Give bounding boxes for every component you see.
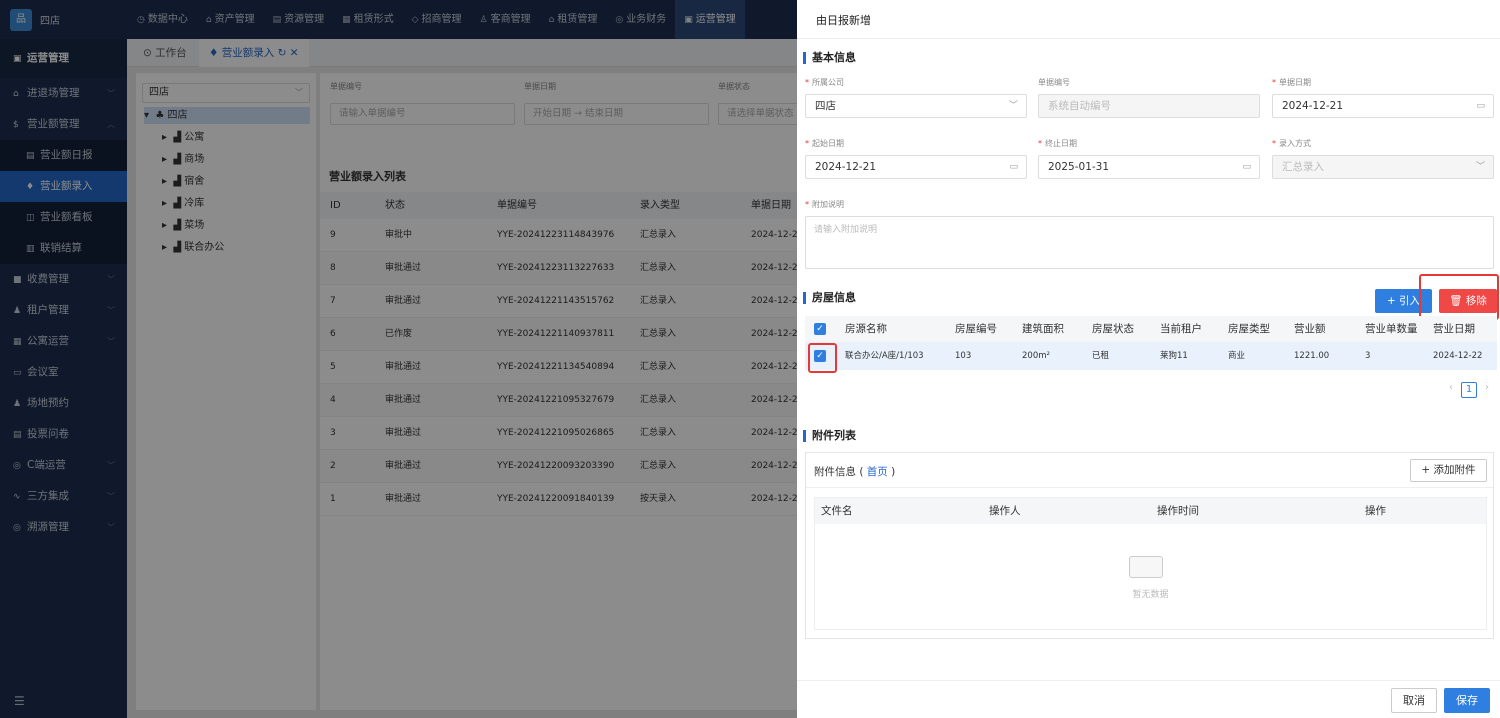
docno-input[interactable]: 系统自动编号 [1038, 94, 1260, 118]
chevron-down-icon: ﹀ [1008, 101, 1018, 111]
col-order-count: 营业单数量 [1365, 323, 1418, 335]
attachment-table-header: 文件名 操作人 操作时间 操作 [815, 498, 1486, 524]
cell-biz-date: 2024-12-22 [1433, 351, 1483, 361]
end-date-label-text: 终止日期 [1045, 139, 1077, 148]
start-date-value: 2024-12-21 [815, 161, 877, 173]
pager-prev-icon[interactable]: ‹ [1449, 382, 1453, 393]
col-house-status: 房屋状态 [1092, 323, 1134, 335]
attachment-box: 附件信息 ( 首页 ) + 添加附件 文件名 操作人 操作时间 操作 暂无数据 [805, 452, 1494, 639]
house-table-header: ✓ 房源名称 房屋编号 建筑面积 房屋状态 当前租户 房屋类型 营业额 营业单数… [805, 316, 1497, 342]
empty-text: 暂无数据 [1132, 590, 1169, 600]
chevron-down-icon: ﹀ [1475, 162, 1485, 172]
date-label-text: 单据日期 [1279, 78, 1311, 87]
drawer-title: 由日报新增 [816, 14, 871, 27]
date-picker[interactable]: 2024-12-21 ▭ [1272, 94, 1494, 118]
divider [797, 38, 1500, 39]
cell-house-no: 103 [955, 351, 972, 361]
calendar-icon: ▭ [1009, 162, 1018, 172]
company-label: * 所属公司 [805, 78, 844, 87]
note-label-text: 附加说明 [812, 200, 844, 209]
pager-next-icon[interactable]: › [1485, 382, 1489, 393]
divider [797, 680, 1500, 681]
select-all-checkbox[interactable]: ✓ [814, 323, 826, 335]
save-button[interactable]: 保存 [1444, 688, 1490, 713]
section-basic-info: 基本信息 [803, 52, 856, 64]
drawer: 由日报新增 基本信息 * 所属公司 四店 ﹀ 单据编号 系统自动编号 * 单据日期 2… [797, 0, 1500, 718]
attachment-header: 附件信息 ( 首页 ) + 添加附件 [806, 453, 1493, 488]
cell-house-name: 联合办公/A座/1/103 [845, 351, 924, 361]
col-filename: 文件名 [821, 505, 853, 517]
cell-order-count: 3 [1365, 351, 1371, 361]
cell-house-status: 已租 [1092, 351, 1110, 361]
calendar-icon: ▭ [1242, 162, 1251, 172]
modal-mask[interactable] [0, 0, 797, 718]
mode-label: * 录入方式 [1272, 139, 1311, 148]
company-select[interactable]: 四店 ﹀ [805, 94, 1027, 118]
note-textarea[interactable]: 请输入附加说明 [805, 216, 1494, 269]
cell-area: 200m² [1022, 351, 1050, 361]
highlight-row-checkbox [808, 343, 837, 373]
col-area: 建筑面积 [1022, 323, 1064, 335]
attachment-info: 附件信息 ( 首页 ) [814, 466, 896, 478]
highlight-remove [1419, 274, 1499, 320]
mode-select[interactable]: 汇总录入 ﹀ [1272, 155, 1494, 179]
mode-value: 汇总录入 [1282, 161, 1324, 173]
pager-page[interactable]: 1 [1461, 382, 1477, 398]
calendar-icon: ▭ [1476, 101, 1485, 111]
add-attachment-button[interactable]: + 添加附件 [1410, 459, 1487, 482]
empty-box-icon [1129, 556, 1163, 578]
col-tenant: 当前租户 [1160, 323, 1202, 335]
col-operator: 操作人 [989, 505, 1021, 517]
end-date-label: * 终止日期 [1038, 139, 1077, 148]
start-date-picker[interactable]: 2024-12-21 ▭ [805, 155, 1027, 179]
cell-house-type: 商业 [1228, 351, 1246, 361]
col-op-time: 操作时间 [1157, 505, 1199, 517]
col-house-no: 房屋编号 [955, 323, 997, 335]
cell-turnover: 1221.00 [1294, 351, 1330, 361]
note-label: * 附加说明 [805, 200, 844, 209]
section-attachments: 附件列表 [803, 430, 856, 442]
mode-label-text: 录入方式 [1279, 139, 1311, 148]
start-date-label-text: 起始日期 [812, 139, 844, 148]
col-biz-date: 营业日期 [1433, 323, 1475, 335]
col-turnover: 营业额 [1294, 323, 1326, 335]
date-value: 2024-12-21 [1282, 100, 1344, 112]
attachment-table: 文件名 操作人 操作时间 操作 暂无数据 [814, 497, 1487, 630]
cell-tenant: 莱狗11 [1160, 351, 1188, 361]
end-date-value: 2025-01-31 [1048, 161, 1110, 173]
company-value: 四店 [815, 100, 836, 112]
end-date-picker[interactable]: 2025-01-31 ▭ [1038, 155, 1260, 179]
col-actions: 操作 [1365, 505, 1386, 517]
cancel-button[interactable]: 取消 [1391, 688, 1437, 713]
docno-label: 单据编号 [1038, 78, 1070, 87]
attachment-home-link[interactable]: 首页 [867, 466, 888, 478]
house-row[interactable]: ✓ 联合办公/A座/1/103 103 200m² 已租 莱狗11 商业 122… [805, 342, 1497, 370]
col-house-type: 房屋类型 [1228, 323, 1270, 335]
attachment-info-text: 附件信息 [814, 466, 856, 478]
col-house-name: 房源名称 [845, 323, 887, 335]
company-label-text: 所属公司 [812, 78, 844, 87]
start-date-label: * 起始日期 [805, 139, 844, 148]
date-label: * 单据日期 [1272, 78, 1311, 87]
section-house-info: 房屋信息 [803, 292, 856, 304]
